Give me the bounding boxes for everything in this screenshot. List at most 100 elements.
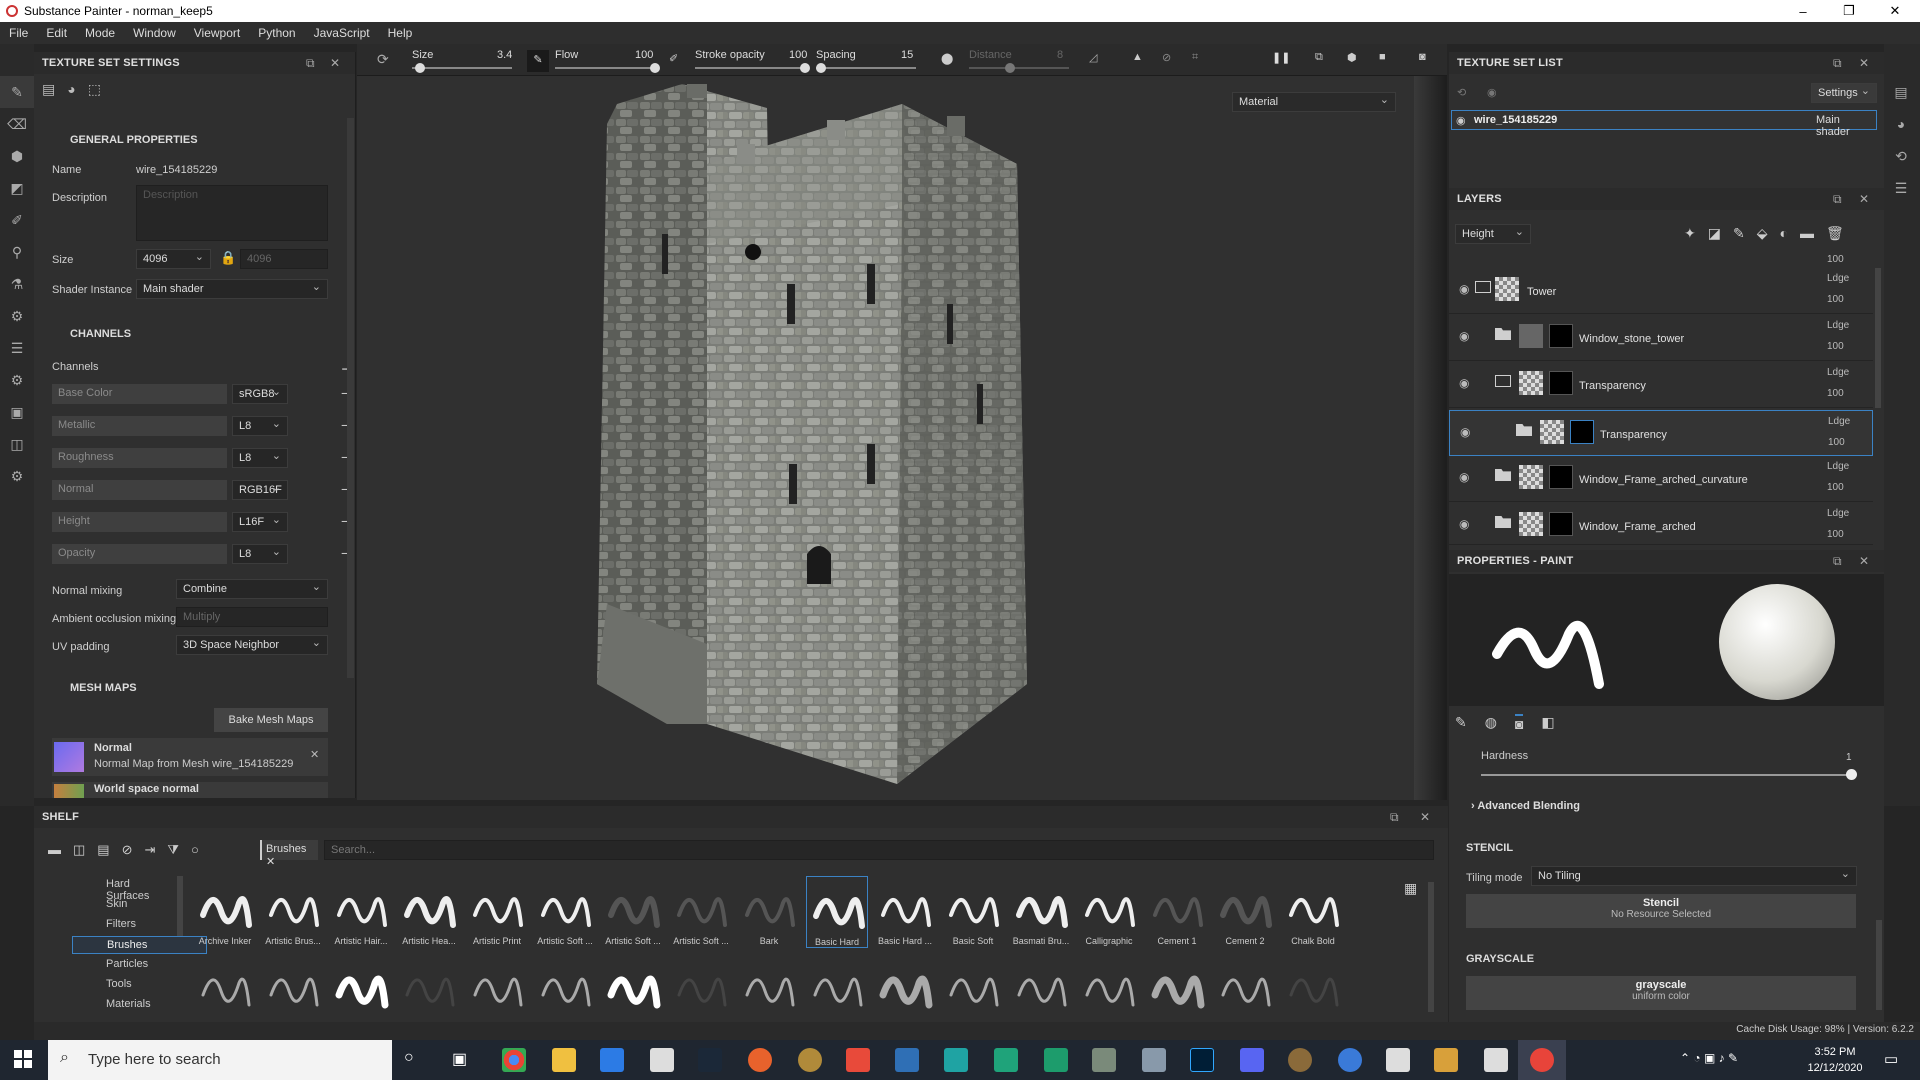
3dsmax-icon[interactable] xyxy=(994,1048,1018,1072)
float-icon[interactable]: ⧉ xyxy=(306,56,315,71)
windows-start-icon[interactable] xyxy=(14,1050,32,1068)
float-icon[interactable]: ⧉ xyxy=(1833,192,1842,207)
shelf-category[interactable]: Particles xyxy=(72,956,207,974)
channel-format-select[interactable]: L8 xyxy=(232,544,288,564)
close-panel-icon[interactable]: ✕ xyxy=(1420,810,1430,824)
category-scrollbar[interactable] xyxy=(177,876,183,936)
texture-set-row[interactable]: ◉ wire_154185229 Main shader xyxy=(1451,110,1877,138)
app-icon[interactable] xyxy=(748,1048,772,1072)
brush-item[interactable] xyxy=(534,956,596,1016)
camera-video-icon[interactable]: ■ xyxy=(1379,51,1386,63)
brush-item[interactable] xyxy=(806,956,868,1016)
grid-view-icon[interactable]: ▦ xyxy=(1404,880,1417,897)
refresh-icon[interactable]: ⟲ xyxy=(1457,86,1466,99)
clone-stamp-icon[interactable]: ⚲ xyxy=(0,236,34,268)
layer-opacity[interactable]: 100 xyxy=(1827,482,1844,493)
add-paint-layer-icon[interactable]: ✎ xyxy=(1733,225,1745,242)
layer-opacity[interactable]: 100 xyxy=(1827,341,1844,352)
delete-layer-icon[interactable]: 🗑 xyxy=(1826,225,1844,242)
spacing-slider-knob[interactable] xyxy=(816,63,826,73)
substance-painter-taskbar-item[interactable] xyxy=(1518,1040,1566,1080)
brush-item[interactable]: Basmati Bru... xyxy=(1010,876,1072,946)
remove-map-icon[interactable]: ✕ xyxy=(310,748,319,761)
description-field[interactable]: Description xyxy=(136,185,328,241)
channel-format-select[interactable]: RGB16F xyxy=(232,480,288,500)
layer-channel-select[interactable]: Height xyxy=(1455,224,1531,244)
brush-item[interactable]: Artistic Soft ... xyxy=(534,876,596,946)
brush-item[interactable] xyxy=(670,956,732,1016)
log-icon[interactable]: ☰ xyxy=(1884,172,1918,204)
shelf-category[interactable]: Skin xyxy=(72,896,207,914)
material-tab-icon[interactable]: ◕ xyxy=(67,81,75,97)
brush-item[interactable] xyxy=(398,956,460,1016)
uv-padding-select[interactable]: 3D Space Neighbor xyxy=(176,635,328,655)
advanced-blending-toggle[interactable]: › Advanced Blending xyxy=(1471,800,1580,812)
shelf-category[interactable]: Filters xyxy=(72,916,207,934)
tiling-mode-select[interactable]: No Tiling xyxy=(1531,866,1857,886)
cortana-icon[interactable]: ○ xyxy=(404,1049,414,1067)
pause-icon[interactable]: ❚❚ xyxy=(1272,51,1290,64)
channel-format-select[interactable]: L8 xyxy=(232,448,288,468)
file-explorer-icon[interactable] xyxy=(552,1048,576,1072)
hardness-slider[interactable] xyxy=(1481,774,1851,776)
mesh-map-world-space-normal[interactable]: World space normal xyxy=(52,782,328,798)
shelf-scrollbar[interactable] xyxy=(1428,882,1434,1012)
eye-icon[interactable]: ◉ xyxy=(1459,376,1469,390)
store-icon[interactable] xyxy=(650,1048,674,1072)
paint-brush-icon[interactable]: ✎ xyxy=(0,76,34,108)
layer-row[interactable]: ◉ Transparency Ldge 100 xyxy=(1449,362,1873,408)
color-picker-icon[interactable]: ⚗ xyxy=(0,268,34,300)
blend-mode[interactable]: Ldge xyxy=(1827,367,1849,378)
normal-mixing-select[interactable]: Combine xyxy=(176,579,328,599)
brush-item[interactable]: Artistic Soft ... xyxy=(670,876,732,946)
menu-help[interactable]: Help xyxy=(379,26,422,40)
app-icon[interactable] xyxy=(798,1048,822,1072)
polygon-fill-icon[interactable]: ◩ xyxy=(0,172,34,204)
shelf-category[interactable]: Tools xyxy=(72,976,207,994)
eye-icon[interactable]: ◉ xyxy=(1456,114,1466,127)
close-panel-icon[interactable]: ✕ xyxy=(1859,56,1869,70)
eye-icon[interactable]: ◉ xyxy=(1459,470,1469,484)
lock-icon[interactable]: 🔒 xyxy=(220,250,236,266)
folder-icon[interactable]: ▬ xyxy=(48,842,61,858)
brush-item[interactable]: Calligraphic xyxy=(1078,876,1140,946)
layer-opacity[interactable]: 100 xyxy=(1827,388,1844,399)
brush-item[interactable] xyxy=(466,956,528,1016)
brush-item[interactable]: Archive Inker xyxy=(194,876,256,946)
stroke-opacity-slider-knob[interactable] xyxy=(800,63,810,73)
properties-scrollbar[interactable] xyxy=(1876,920,1882,1010)
pen-pressure-icon[interactable]: ✎ xyxy=(527,50,549,72)
photoshop-icon[interactable] xyxy=(1190,1048,1214,1072)
maximize-button[interactable]: ❐ xyxy=(1826,0,1872,22)
blend-mode[interactable]: Ldge xyxy=(1827,273,1849,284)
notification-icon[interactable]: ▭ xyxy=(1884,1050,1898,1068)
scrollbar[interactable] xyxy=(347,118,354,678)
app-icon[interactable] xyxy=(1484,1048,1508,1072)
projection-icon[interactable]: ⬢ xyxy=(0,140,34,172)
eye-icon[interactable]: ◉ xyxy=(1459,282,1469,296)
brush-item[interactable] xyxy=(194,956,256,1016)
distance-slider-knob[interactable] xyxy=(1005,63,1015,73)
view-split-icon[interactable]: ⧉ xyxy=(1315,51,1323,64)
bake-mesh-maps-button[interactable]: Bake Mesh Maps xyxy=(214,708,328,732)
stroke-opacity-slider[interactable] xyxy=(695,67,805,69)
brush-item-selected[interactable]: Basic Hard xyxy=(806,876,868,948)
cube-icon[interactable]: ⬢ xyxy=(1347,51,1357,64)
close-button[interactable]: ✕ xyxy=(1872,0,1918,22)
app-icon[interactable] xyxy=(1044,1048,1068,1072)
brush-item[interactable] xyxy=(602,956,664,1016)
app-icon[interactable] xyxy=(1386,1048,1410,1072)
float-icon[interactable]: ⧉ xyxy=(1833,56,1842,71)
texture-set-tab-icon[interactable]: ▤ xyxy=(42,81,55,98)
add-mask-icon[interactable]: ◪ xyxy=(1708,225,1721,242)
blend-mode[interactable]: Ldge xyxy=(1827,508,1849,519)
brush-item[interactable] xyxy=(1282,956,1344,1016)
eye-icon[interactable]: ◉ xyxy=(1459,517,1469,531)
layer-opacity[interactable]: 100 xyxy=(1827,529,1844,540)
brush-item[interactable] xyxy=(1214,956,1276,1016)
pen-icon[interactable]: ✐ xyxy=(669,52,678,65)
size-slider[interactable] xyxy=(412,67,512,69)
steam-icon[interactable] xyxy=(698,1048,722,1072)
uv-tab-icon[interactable]: ⬚ xyxy=(88,81,101,98)
chrome-icon[interactable] xyxy=(502,1048,526,1072)
